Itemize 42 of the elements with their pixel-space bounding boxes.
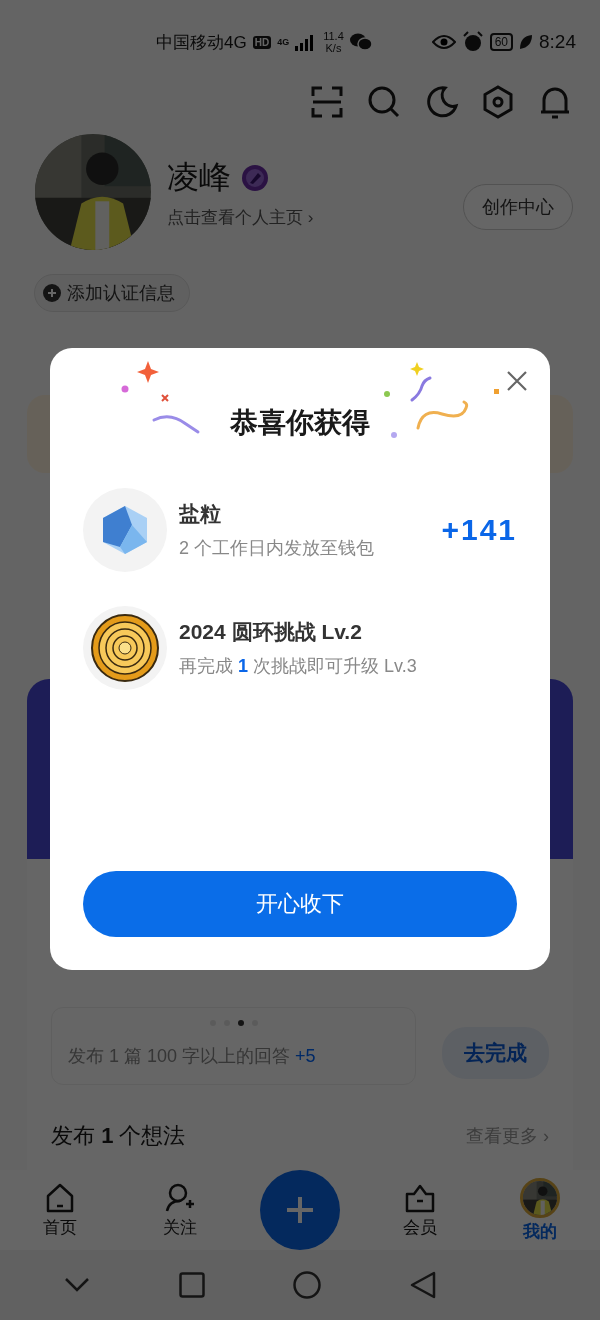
recents-icon[interactable] (178, 1272, 205, 1298)
reward-name: 盐粒 (179, 501, 222, 527)
profile-link[interactable]: 点击查看个人主页 › (167, 205, 447, 229)
creator-center-button[interactable]: 创作中心 (463, 184, 573, 230)
leaf-icon (519, 34, 533, 50)
hd-badge: HD (252, 35, 272, 49)
home-circle-icon[interactable] (293, 1271, 322, 1299)
close-icon[interactable] (506, 370, 528, 392)
nav-tab[interactable]: 我的 (480, 1177, 600, 1243)
alarm-icon (461, 31, 484, 53)
home-icon (44, 1181, 76, 1214)
reward-description: 再完成 1 次挑战即可升级 Lv.3 (179, 655, 418, 678)
plus-circle-icon (43, 284, 61, 302)
reward-name: 2024 圆环挑战 Lv.2 (179, 619, 363, 645)
nav-tab[interactable]: 关注 (120, 1181, 240, 1239)
dialog-title: 恭喜你获得 (230, 406, 370, 440)
plus-icon (285, 1195, 315, 1225)
accept-button[interactable]: 开心收下 (83, 871, 517, 937)
verify-label: 添加认证信息 (67, 282, 175, 305)
back-icon[interactable] (409, 1271, 436, 1299)
complete-button[interactable]: 去完成 (442, 1027, 549, 1079)
chevron-down-icon[interactable] (64, 1277, 91, 1293)
search-icon[interactable] (366, 84, 402, 120)
chat-icon (349, 33, 372, 51)
section-title: 发布 1 个想法 (51, 1122, 186, 1150)
ring-medal-icon (90, 613, 160, 683)
pen-badge-icon (241, 163, 269, 192)
clock-time: 8:24 (539, 31, 576, 53)
reward-amount: +141 (441, 513, 517, 547)
network-label: 4G (277, 37, 290, 47)
eye-icon (431, 34, 456, 50)
reward-description: 2 个工作日内发放至钱包 (179, 537, 375, 560)
user-name: 凌峰 (167, 157, 231, 197)
battery-indicator: 60 (489, 33, 513, 51)
nav-tab[interactable]: 会员 (360, 1181, 480, 1239)
nav-tab[interactable]: 首页 (0, 1181, 120, 1239)
network-speed: 11.4 K/s (323, 29, 344, 55)
verify-chip[interactable]: 添加认证信息 (34, 274, 190, 312)
person-add-icon (164, 1181, 196, 1214)
scan-icon[interactable] (309, 84, 345, 120)
crystal-icon (102, 505, 148, 555)
carrier-label: 中国移动4G (156, 31, 247, 54)
